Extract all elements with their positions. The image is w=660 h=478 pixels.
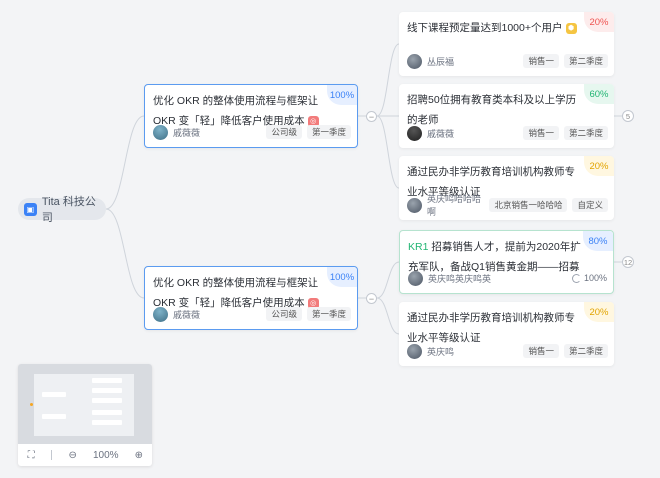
owner-name: 英庆鸣英庆鸣英 bbox=[428, 273, 492, 284]
period-tag: 第一季度 bbox=[306, 307, 351, 321]
owner-name: 戚薇薇 bbox=[173, 309, 201, 320]
period-tag: 第二季度 bbox=[563, 126, 608, 140]
avatar bbox=[407, 53, 422, 69]
minimap-frame bbox=[30, 374, 134, 436]
owner-name: 戚薇薇 bbox=[173, 127, 201, 138]
avatar bbox=[408, 270, 423, 286]
avatar bbox=[407, 125, 422, 141]
progress-ring-icon bbox=[571, 273, 581, 283]
level-tag: 公司级 bbox=[266, 307, 302, 321]
company-logo-icon: ▣ bbox=[24, 202, 37, 216]
key-result-card[interactable]: KR1 招募销售人才，提前为2020年扩充军队，备战Q1销售黄金期——招募 80… bbox=[399, 230, 614, 294]
key-result-card[interactable]: 通过民办非学历教育培训机构教师专业水平等级认证 20% 英庆鸣哈哈哈啊 北京销售… bbox=[399, 156, 614, 220]
department-tag: 销售一 bbox=[523, 126, 559, 140]
progress-badge: 80% bbox=[583, 231, 613, 251]
objective-card[interactable]: 优化 OKR 的整体使用流程与框架让 OKR 变「轻」降低客户使用成本 ◎ 100… bbox=[144, 266, 358, 330]
department-tag: 销售一 bbox=[523, 344, 559, 358]
key-result-title: 线下课程预定量达到1000+个用户 ⬢ bbox=[407, 18, 584, 38]
zoom-in-icon[interactable]: ⊕ bbox=[133, 450, 145, 461]
avatar bbox=[407, 197, 422, 213]
fit-screen-icon[interactable]: ⛶ bbox=[25, 450, 37, 461]
zoom-out-icon[interactable]: ⊖ bbox=[67, 450, 79, 461]
progress-badge: 100% bbox=[327, 85, 357, 105]
owner-name: 英庆鸣哈哈哈啊 bbox=[427, 194, 482, 217]
key-result-card[interactable]: 通过民办非学历教育培训机构教师专业水平等级认证 20% 英庆鸣 销售一 第二季度 bbox=[399, 302, 614, 366]
hexagon-badge-icon: ⬢ bbox=[565, 22, 577, 34]
expand-children-count[interactable]: 12 bbox=[622, 256, 634, 268]
avatar bbox=[153, 124, 168, 140]
collapse-toggle-button[interactable]: − bbox=[366, 111, 377, 122]
period-tag: 自定义 bbox=[572, 198, 608, 212]
owner-name: 戚薇薇 bbox=[427, 128, 455, 139]
expand-children-count[interactable]: 5 bbox=[622, 110, 634, 122]
minimap-viewport[interactable] bbox=[18, 364, 152, 444]
department-tag: 销售一 bbox=[523, 54, 559, 68]
root-node[interactable]: ▣ Tita 科技公司 bbox=[18, 196, 106, 224]
owner-name: 英庆鸣 bbox=[427, 346, 455, 357]
period-tag: 第一季度 bbox=[306, 125, 351, 139]
period-tag: 第二季度 bbox=[563, 54, 608, 68]
progress-badge: 20% bbox=[584, 12, 614, 32]
level-tag: 公司级 bbox=[266, 125, 302, 139]
minimap-toolbar: ⛶ ⊖ 100% ⊕ bbox=[18, 444, 152, 466]
root-label: Tita 科技公司 bbox=[41, 196, 96, 224]
zoom-level: 100% bbox=[92, 449, 119, 461]
progress-value: 100% bbox=[583, 273, 607, 283]
key-result-card[interactable]: 线下课程预定量达到1000+个用户 ⬢ 20% 丛辰福 销售一 第二季度 bbox=[399, 12, 614, 76]
objective-card[interactable]: 优化 OKR 的整体使用流程与框架让 OKR 变「轻」降低客户使用成本 ◎ 100… bbox=[144, 84, 358, 148]
avatar bbox=[153, 306, 168, 322]
progress-badge: 20% bbox=[584, 302, 614, 322]
key-result-card[interactable]: 招聘50位拥有教育类本科及以上学历的老师 60% 戚薇薇 销售一 第二季度 bbox=[399, 84, 614, 148]
minimap-panel[interactable]: ⛶ ⊖ 100% ⊕ bbox=[18, 364, 152, 466]
progress-badge: 60% bbox=[584, 84, 614, 104]
kr-label: KR1 bbox=[408, 241, 429, 253]
progress-badge: 100% bbox=[327, 267, 357, 287]
avatar bbox=[407, 343, 422, 359]
collapse-toggle-button[interactable]: − bbox=[366, 293, 377, 304]
period-tag: 第二季度 bbox=[563, 344, 608, 358]
owner-name: 丛辰福 bbox=[427, 56, 455, 67]
department-tag: 北京销售一哈哈哈 bbox=[489, 198, 568, 212]
divider bbox=[51, 450, 53, 460]
progress-badge: 20% bbox=[584, 156, 614, 176]
